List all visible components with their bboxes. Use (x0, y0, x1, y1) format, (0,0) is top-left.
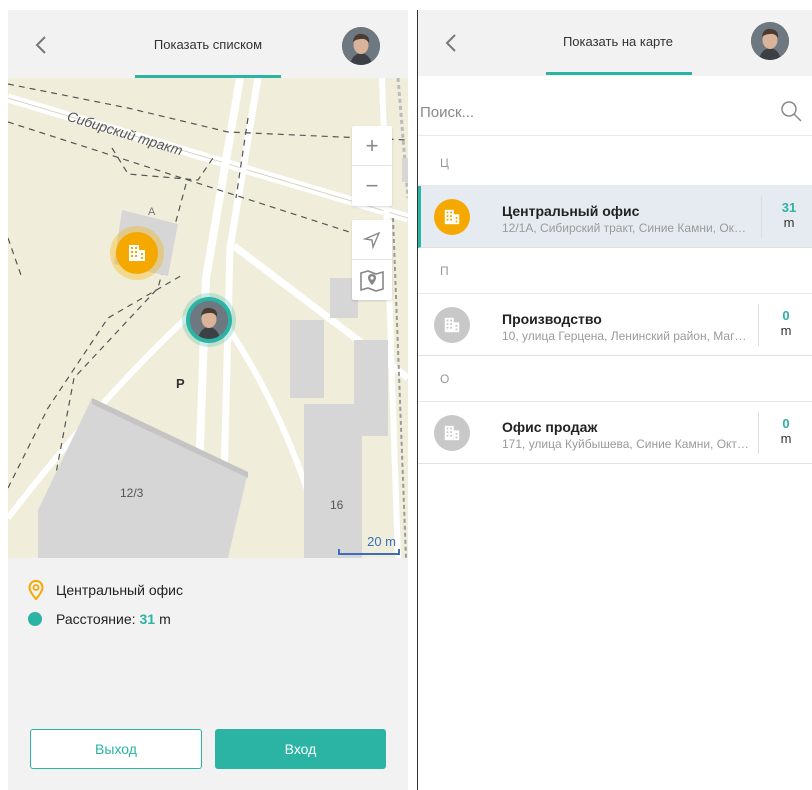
enter-button[interactable]: Вход (215, 729, 386, 769)
navigate-arrow-icon (363, 231, 381, 249)
section-letter: Ц (440, 156, 449, 170)
zoom-in-button[interactable]: + (352, 126, 392, 166)
scale-label: 20 m (367, 534, 396, 549)
info-panel: Центральный офис Расстояние: 31 m Выход … (8, 558, 408, 790)
distance-unit: m (780, 431, 792, 446)
search-input[interactable] (418, 96, 758, 128)
item-name: Производство (502, 311, 602, 327)
show-map-tab[interactable]: Показать на карте (518, 34, 718, 49)
avatar[interactable] (751, 22, 789, 60)
distance-value: 0 (782, 416, 790, 431)
avatar (190, 301, 228, 339)
exit-button[interactable]: Выход (30, 729, 202, 769)
list-item[interactable]: Офис продаж 171, улица Куйбышева, Синие … (418, 402, 812, 464)
map-screen: Показать списком Сибирский тракт A P 12/… (8, 10, 408, 790)
app-header: Показать списком (8, 10, 408, 78)
office-badge (434, 415, 470, 451)
section-letter: П (440, 264, 449, 278)
minus-icon: − (365, 173, 379, 198)
section-header: П (418, 248, 812, 294)
building-icon (129, 245, 145, 261)
office-badge (434, 307, 470, 343)
item-address: 171, улица Куйбышева, Синие Камни, Октяб… (502, 437, 750, 451)
distance-unit: m (159, 611, 171, 627)
scale-bar (338, 549, 400, 555)
map-scale: 20 m (338, 534, 400, 555)
office-badge (434, 199, 470, 235)
back-button[interactable] (436, 28, 466, 58)
map-layers-button[interactable] (352, 260, 392, 300)
distance-row: Расстояние: 31 m (28, 611, 171, 627)
distance-label: Расстояние: (56, 611, 136, 627)
app-header: Показать на карте (418, 10, 812, 76)
distance-unit: m (780, 323, 792, 338)
distance-value: 31 (139, 611, 156, 627)
item-distance: 0 m (758, 304, 812, 346)
chevron-left-icon (35, 36, 46, 54)
my-location-button[interactable] (352, 220, 392, 260)
back-button[interactable] (26, 30, 56, 60)
location-row: Центральный офис (28, 580, 183, 600)
list-item[interactable]: Производство 10, улица Герцена, Ленински… (418, 294, 812, 356)
item-name: Офис продаж (502, 419, 598, 435)
plus-icon: + (365, 132, 379, 158)
location-pin-icon (28, 580, 50, 600)
building-icon (444, 425, 460, 441)
zoom-control: + − (352, 126, 392, 206)
tab-indicator (546, 72, 692, 75)
item-distance: 0 m (758, 412, 812, 454)
section-header: Ц (418, 140, 812, 186)
search-icon[interactable] (780, 100, 804, 124)
item-address: 10, улица Герцена, Ленинский район, Магн… (502, 329, 750, 343)
list-item[interactable]: Центральный офис 12/1А, Сибирский тракт,… (418, 186, 812, 248)
distance-dot-icon (28, 612, 42, 626)
zoom-out-button[interactable]: − (352, 166, 392, 206)
avatar[interactable] (342, 27, 380, 65)
list-screen: Показать на карте Ц Центр (417, 10, 812, 790)
location-name: Центральный офис (56, 582, 183, 598)
item-address: 12/1А, Сибирский тракт, Синие Камни, Окт… (502, 221, 750, 235)
chevron-left-icon (445, 34, 456, 52)
distance-unit: m (783, 215, 795, 230)
section-letter: О (440, 372, 450, 386)
parking-label: P (176, 376, 185, 391)
building-icon (444, 317, 460, 333)
distance-value: 31 (781, 200, 797, 215)
office-marker[interactable] (110, 226, 164, 280)
show-list-tab[interactable]: Показать списком (108, 37, 308, 52)
user-location-marker[interactable] (182, 293, 236, 347)
item-name: Центральный офис (502, 203, 640, 219)
building-label: 16 (330, 498, 344, 512)
building-label: A (148, 206, 156, 218)
item-distance: 31 m (761, 196, 812, 238)
distance-value: 0 (782, 308, 790, 323)
search-bar (418, 88, 812, 136)
location-control (352, 220, 392, 300)
map-pin-icon (360, 270, 384, 292)
building-label: 12/3 (120, 486, 144, 500)
building-icon (444, 209, 460, 225)
map-view[interactable]: Сибирский тракт A P 12/3 16 + − 20 m (8, 78, 408, 558)
section-header: О (418, 356, 812, 402)
